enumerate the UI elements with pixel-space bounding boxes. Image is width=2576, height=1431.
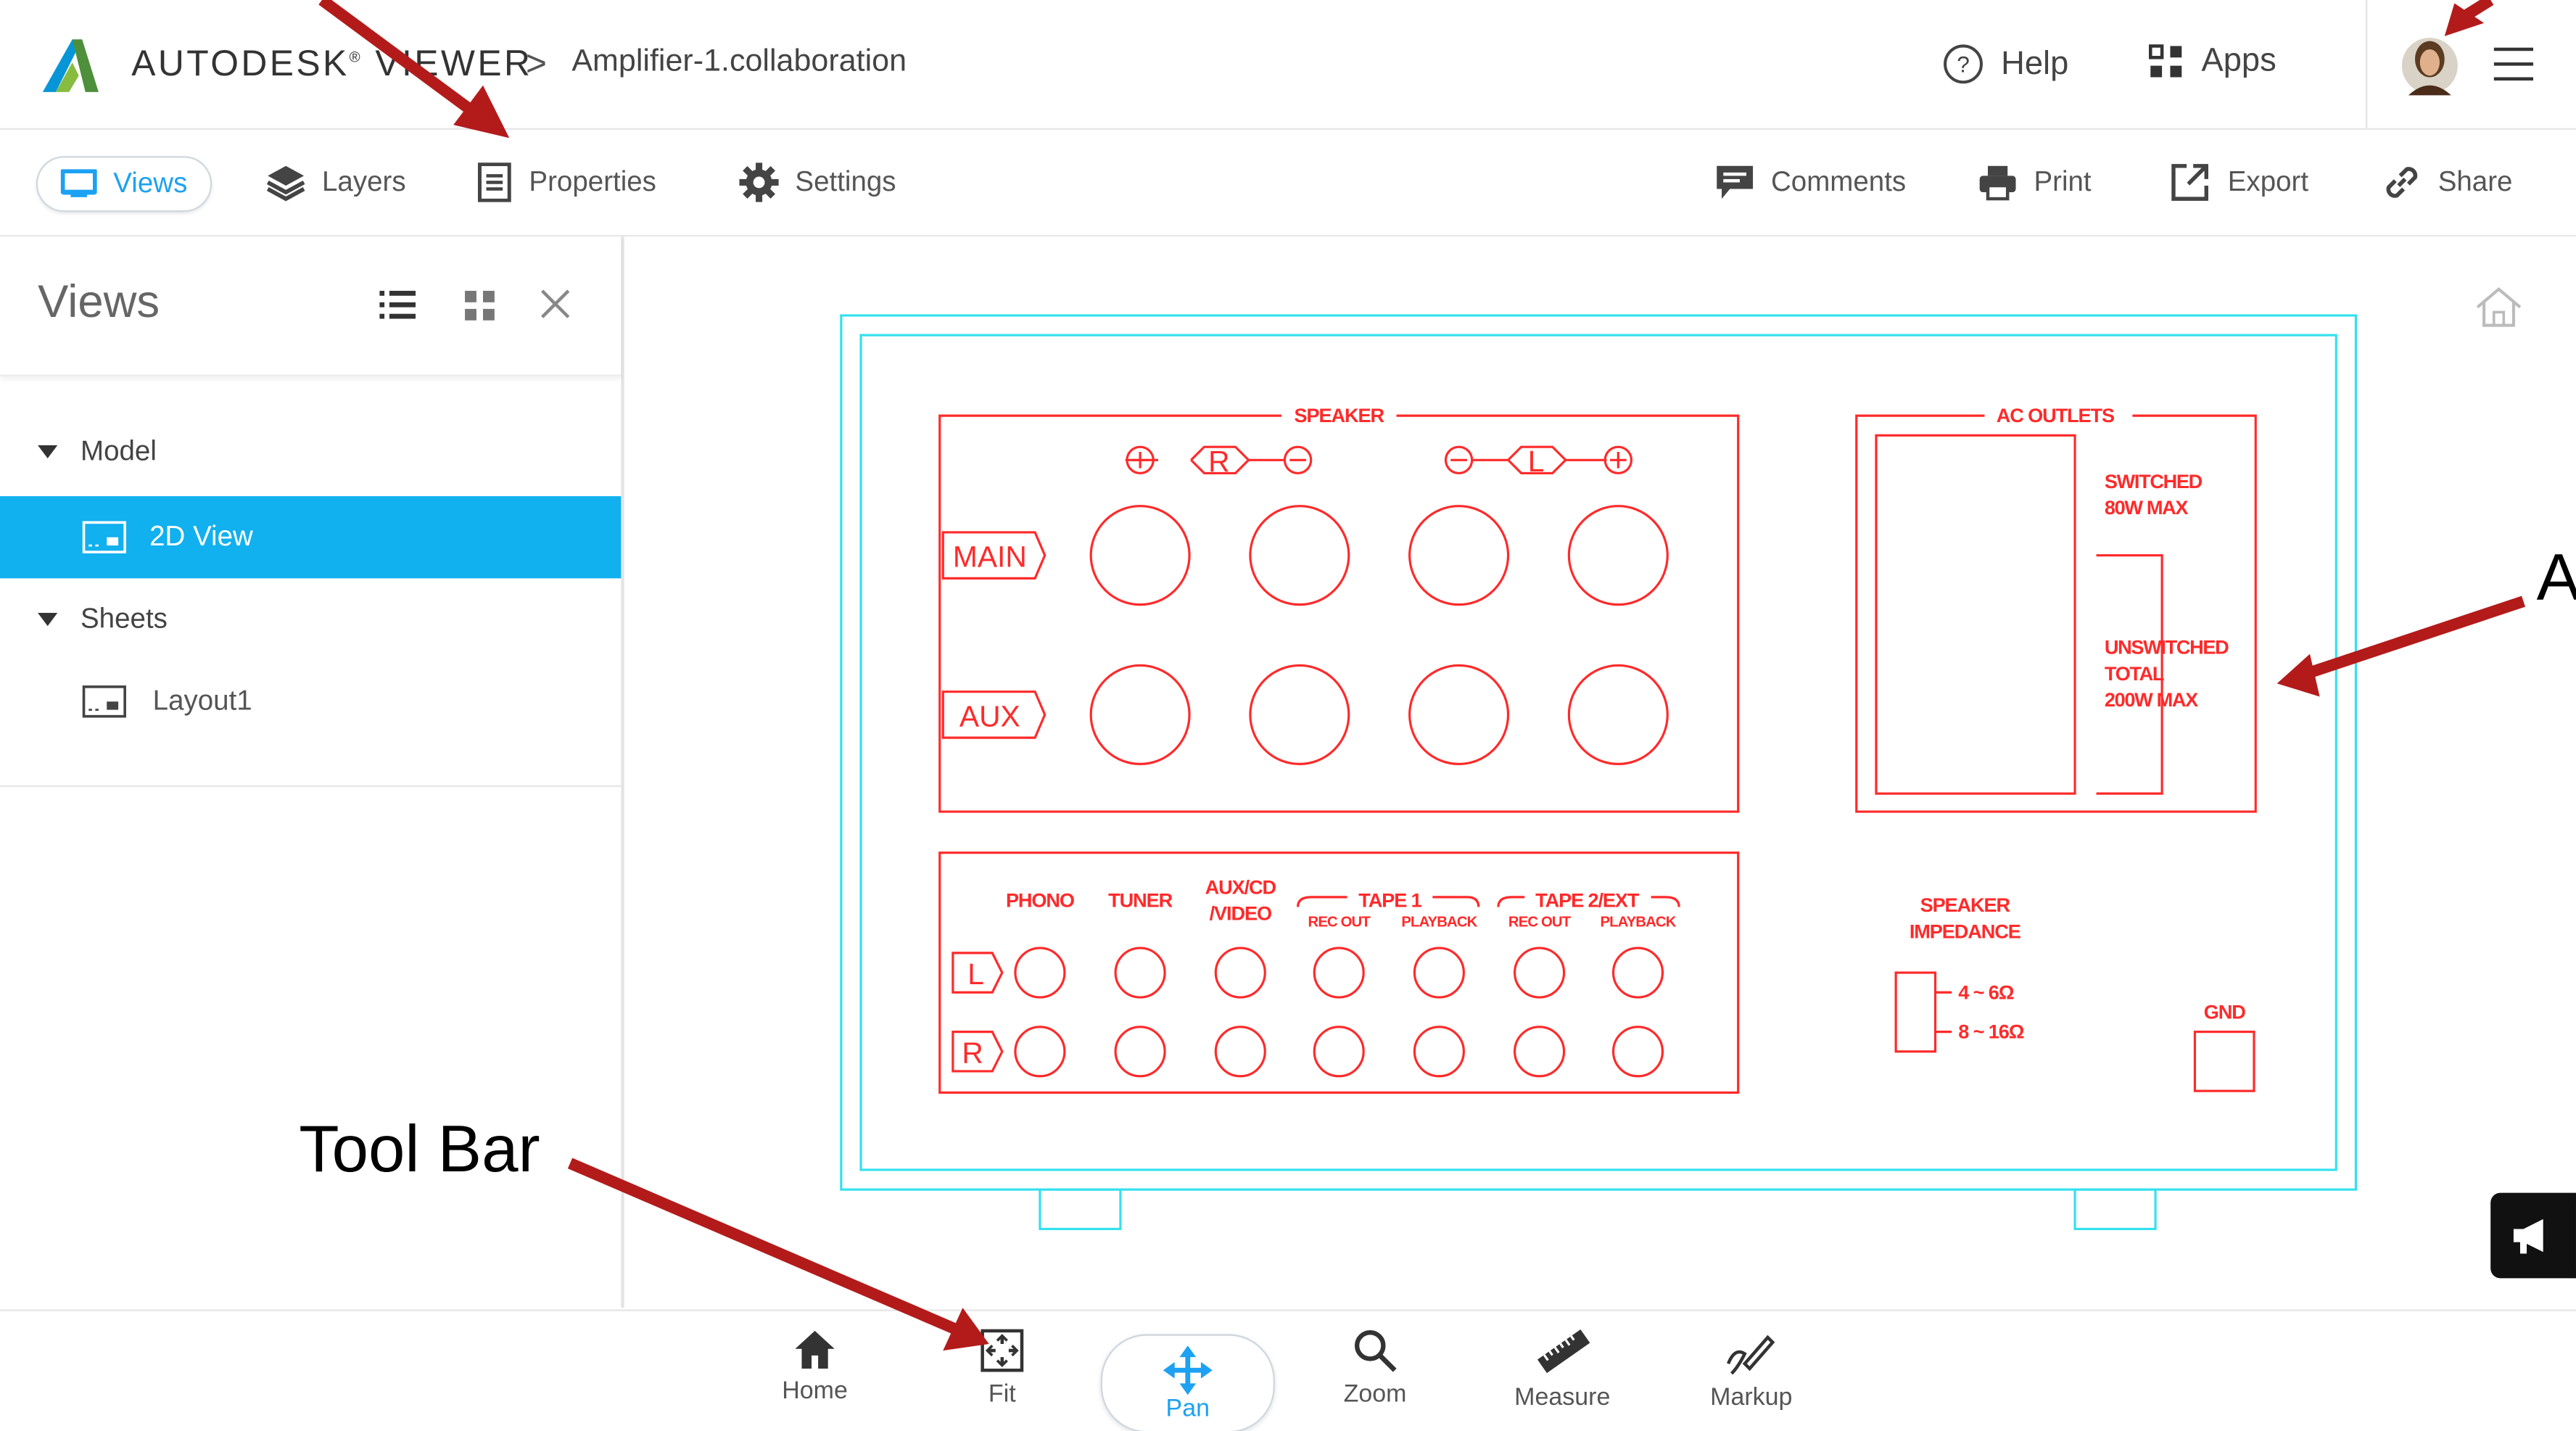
annotation-arrows	[318, 0, 2526, 1351]
arrow-head-properties	[453, 85, 510, 139]
arrow-to-outlets	[2304, 595, 2526, 680]
arrow-to-toolbar	[567, 1158, 962, 1337]
arrow-to-properties	[318, 0, 477, 117]
viewer-app: AUTODESK® VIEWER > Amplifier-1.collabora…	[0, 0, 2576, 1431]
